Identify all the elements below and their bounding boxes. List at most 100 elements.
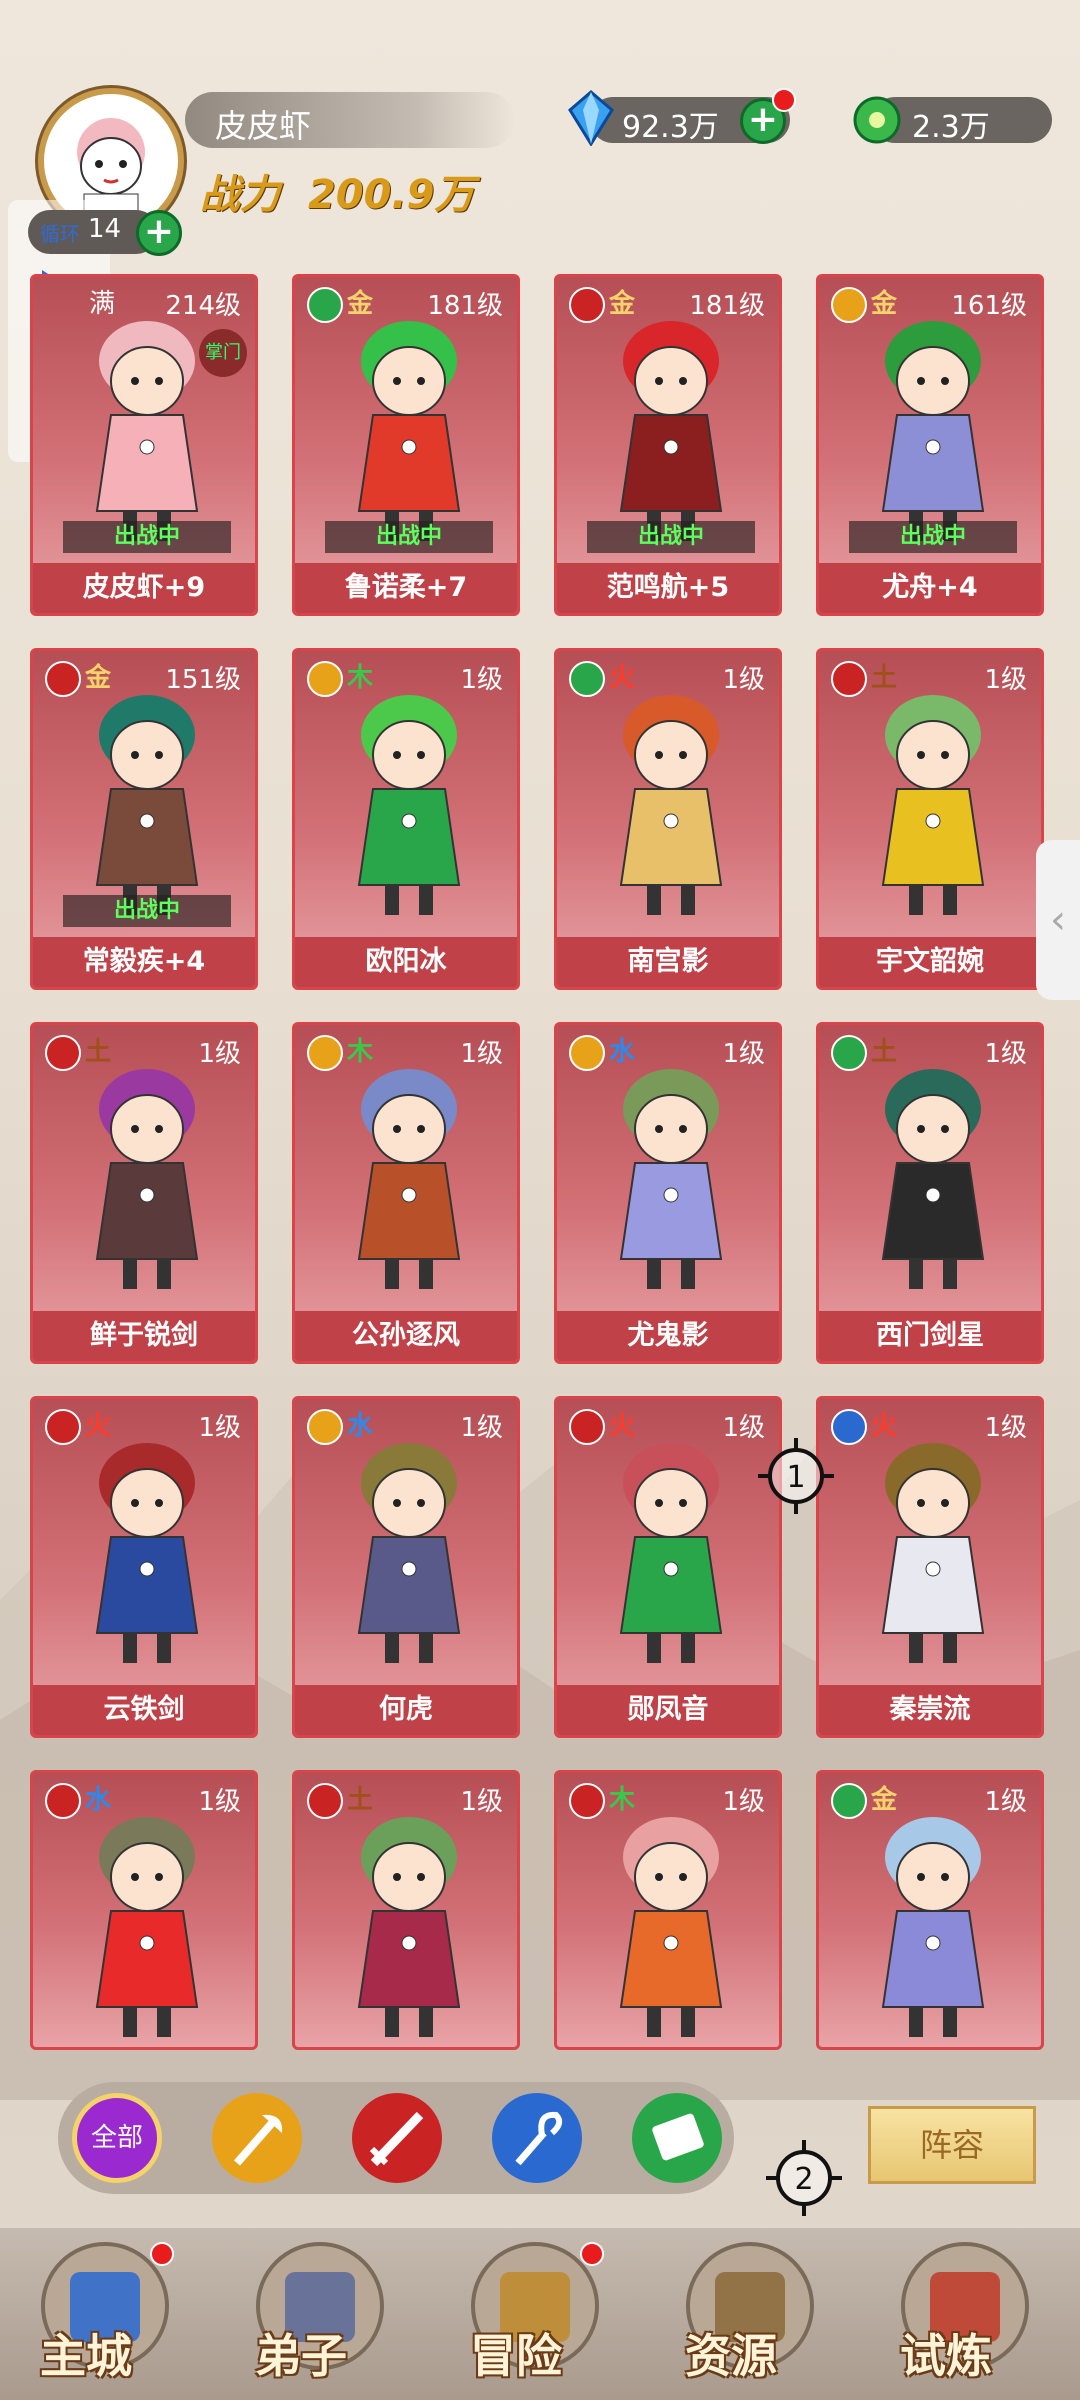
notification-dot bbox=[580, 2242, 604, 2266]
character-figure-icon bbox=[95, 695, 199, 915]
notification-dot bbox=[150, 2242, 174, 2266]
lineup-button[interactable]: 阵容 bbox=[868, 2106, 1036, 2184]
weapon-type-icon bbox=[831, 1035, 867, 1071]
disciple-card[interactable]: 土 1级 西门剑星 bbox=[816, 1022, 1044, 1364]
weapon-type-icon bbox=[831, 661, 867, 697]
filter-all-label: 全部 bbox=[90, 2123, 143, 2153]
weapon-type-icon bbox=[569, 287, 605, 323]
gem-icon bbox=[568, 90, 614, 146]
nav-label: 试炼 bbox=[900, 2329, 992, 2383]
character-figure-icon bbox=[619, 695, 723, 915]
disciple-name: 尤舟+4 bbox=[819, 563, 1041, 613]
level-label: 181级 bbox=[427, 291, 503, 321]
level-label: 1级 bbox=[460, 1787, 503, 1817]
disciple-card[interactable]: 火 1级 南宫影 bbox=[554, 648, 782, 990]
disciple-name: 皮皮虾+9 bbox=[33, 563, 255, 613]
level-label: 1级 bbox=[722, 1039, 765, 1069]
player-name: 皮皮虾 bbox=[215, 107, 312, 145]
character-figure-icon bbox=[357, 1817, 461, 2037]
disciple-card[interactable]: 木 1级 bbox=[554, 1770, 782, 2050]
weapon-type-icon bbox=[45, 1783, 81, 1819]
disciple-card[interactable]: 木 1级 公孙逐风 bbox=[292, 1022, 520, 1364]
level-label: 1级 bbox=[984, 1413, 1027, 1443]
element-label: 水 bbox=[85, 1785, 112, 1815]
in-battle-label: 出战中 bbox=[849, 521, 1017, 553]
talisman-icon bbox=[652, 2113, 704, 2161]
leader-badge: 掌门 bbox=[199, 329, 247, 377]
element-label: 水 bbox=[347, 1411, 374, 1441]
level-label: 1级 bbox=[722, 1787, 765, 1817]
character-figure-icon bbox=[619, 1443, 723, 1663]
jade-amount: 2.3万 bbox=[912, 110, 990, 145]
filter-axe-button[interactable] bbox=[212, 2093, 302, 2183]
nav-label: 弟子 bbox=[255, 2329, 347, 2383]
level-label: 1级 bbox=[460, 1413, 503, 1443]
disciple-card[interactable]: 木 1级 欧阳冰 bbox=[292, 648, 520, 990]
element-label: 火 bbox=[609, 663, 636, 693]
max-label: 满 bbox=[89, 289, 116, 319]
marker-1: 1 bbox=[758, 1438, 834, 1514]
disciple-card[interactable]: 水 1级 尤鬼影 bbox=[554, 1022, 782, 1364]
character-figure-icon bbox=[357, 321, 461, 541]
disciple-card[interactable]: 水 1级何虎 bbox=[292, 1396, 520, 1738]
disciple-card[interactable]: 土 1级 宇文韶婉 bbox=[816, 648, 1044, 990]
element-label: 水 bbox=[609, 1037, 636, 1067]
gem-amount: 92.3万 bbox=[622, 110, 719, 145]
staff-icon bbox=[515, 2111, 563, 2166]
disciple-card[interactable]: 土 1级 鲜于锐剑 bbox=[30, 1022, 258, 1364]
level-label: 1级 bbox=[460, 665, 503, 695]
filter-all-button[interactable]: 全部 bbox=[72, 2093, 162, 2183]
disciple-card[interactable]: 火 1级 秦崇流 bbox=[816, 1396, 1044, 1738]
element-label: 火 bbox=[609, 1411, 636, 1441]
weapon-type-icon bbox=[307, 1035, 343, 1071]
level-label: 214级 bbox=[165, 291, 241, 321]
in-battle-label: 出战中 bbox=[325, 521, 493, 553]
power-label: 战力 bbox=[200, 172, 280, 218]
weapon-type-icon bbox=[307, 1783, 343, 1819]
disciple-name: 鲁诺柔+7 bbox=[295, 563, 517, 613]
disciple-name: 西门剑星 bbox=[819, 1311, 1041, 1361]
element-label: 木 bbox=[347, 663, 374, 693]
character-figure-icon bbox=[95, 1817, 199, 2037]
character-figure-icon bbox=[95, 1069, 199, 1289]
disciple-name: 范鸣航+5 bbox=[557, 563, 779, 613]
level-label: 1级 bbox=[198, 1413, 241, 1443]
element-label: 金 bbox=[871, 1785, 898, 1815]
disciple-name: 何虎 bbox=[295, 1685, 517, 1735]
disciple-card[interactable]: 满 214级 掌门 出战中 皮皮虾+9 bbox=[30, 274, 258, 616]
disciple-card[interactable]: 火 1级 郧凤音 bbox=[554, 1396, 782, 1738]
power-value: 200.9万 bbox=[307, 172, 475, 218]
marker-2: 2 bbox=[766, 2140, 842, 2216]
level-label: 1级 bbox=[984, 1787, 1027, 1817]
disciple-card[interactable]: 金 181级 出战中 鲁诺柔+7 bbox=[292, 274, 520, 616]
side-panel-tab[interactable]: ‹ bbox=[1036, 840, 1080, 1000]
disciple-name: 云铁剑 bbox=[33, 1685, 255, 1735]
sword-icon bbox=[369, 2111, 424, 2167]
disciple-card[interactable]: 土 1级 bbox=[292, 1770, 520, 2050]
disciple-card[interactable]: 金 161级出战中尤舟+4 bbox=[816, 274, 1044, 616]
character-figure-icon bbox=[619, 321, 723, 541]
disciple-card[interactable]: 金 1级 bbox=[816, 1770, 1044, 2050]
character-figure-icon bbox=[619, 1817, 723, 2037]
filter-talisman-button[interactable] bbox=[632, 2093, 722, 2183]
weapon-type-icon bbox=[307, 1409, 343, 1445]
element-label: 木 bbox=[609, 1785, 636, 1815]
add-loop-button[interactable]: + bbox=[136, 210, 182, 256]
level-label: 1级 bbox=[460, 1039, 503, 1069]
element-label: 金 bbox=[85, 663, 112, 693]
loop-count: 14 bbox=[88, 214, 122, 244]
disciple-card[interactable]: 水 1级 bbox=[30, 1770, 258, 2050]
element-label: 金 bbox=[871, 289, 898, 319]
element-label: 土 bbox=[347, 1785, 374, 1815]
disciple-card[interactable]: 火 1级 云铁剑 bbox=[30, 1396, 258, 1738]
filter-staff-button[interactable] bbox=[492, 2093, 582, 2183]
disciple-name: 南宫影 bbox=[557, 937, 779, 987]
level-label: 1级 bbox=[198, 1039, 241, 1069]
disciple-name: 宇文韶婉 bbox=[819, 937, 1041, 987]
element-label: 火 bbox=[871, 1411, 898, 1441]
character-figure-icon bbox=[881, 1069, 985, 1289]
disciple-card[interactable]: 金 151级 出战中 常毅疾+4 bbox=[30, 648, 258, 990]
disciple-card[interactable]: 金 181级 出战中 范鸣航+5 bbox=[554, 274, 782, 616]
level-label: 161级 bbox=[951, 291, 1027, 321]
filter-sword-button[interactable] bbox=[352, 2093, 442, 2183]
